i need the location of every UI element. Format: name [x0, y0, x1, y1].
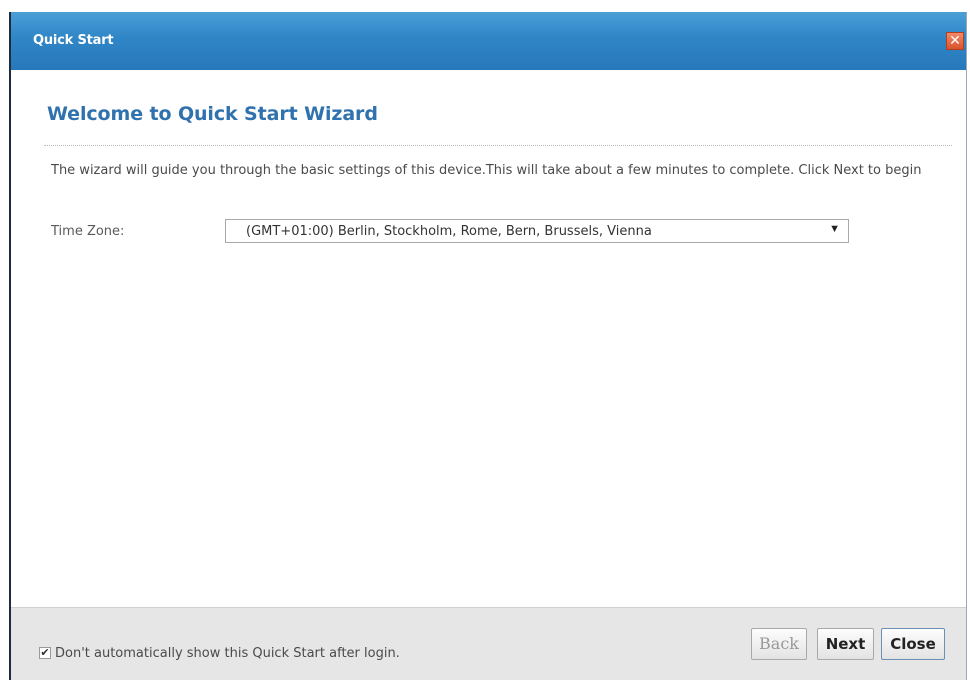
- intro-text: The wizard will guide you through the ba…: [51, 163, 922, 178]
- timezone-label: Time Zone:: [51, 224, 125, 239]
- auto-show-checkbox[interactable]: ✔: [39, 647, 51, 659]
- timezone-select[interactable]: (GMT+01:00) Berlin, Stockholm, Rome, Ber…: [225, 219, 849, 243]
- back-button[interactable]: Back: [751, 628, 807, 660]
- heading-divider: [44, 145, 952, 146]
- close-icon[interactable]: ✕: [946, 32, 964, 50]
- auto-show-checkbox-label[interactable]: Don't automatically show this Quick Star…: [55, 646, 400, 661]
- next-button[interactable]: Next: [817, 628, 874, 660]
- timezone-selected-value: (GMT+01:00) Berlin, Stockholm, Rome, Ber…: [246, 224, 652, 239]
- title-bar: Quick Start ✕: [11, 12, 966, 70]
- quick-start-dialog: Quick Start ✕ Welcome to Quick Start Wiz…: [9, 12, 967, 680]
- chevron-down-icon: ▼: [829, 223, 840, 235]
- window-title: Quick Start: [33, 33, 114, 48]
- close-button[interactable]: Close: [881, 628, 945, 660]
- page-title: Welcome to Quick Start Wizard: [47, 103, 378, 125]
